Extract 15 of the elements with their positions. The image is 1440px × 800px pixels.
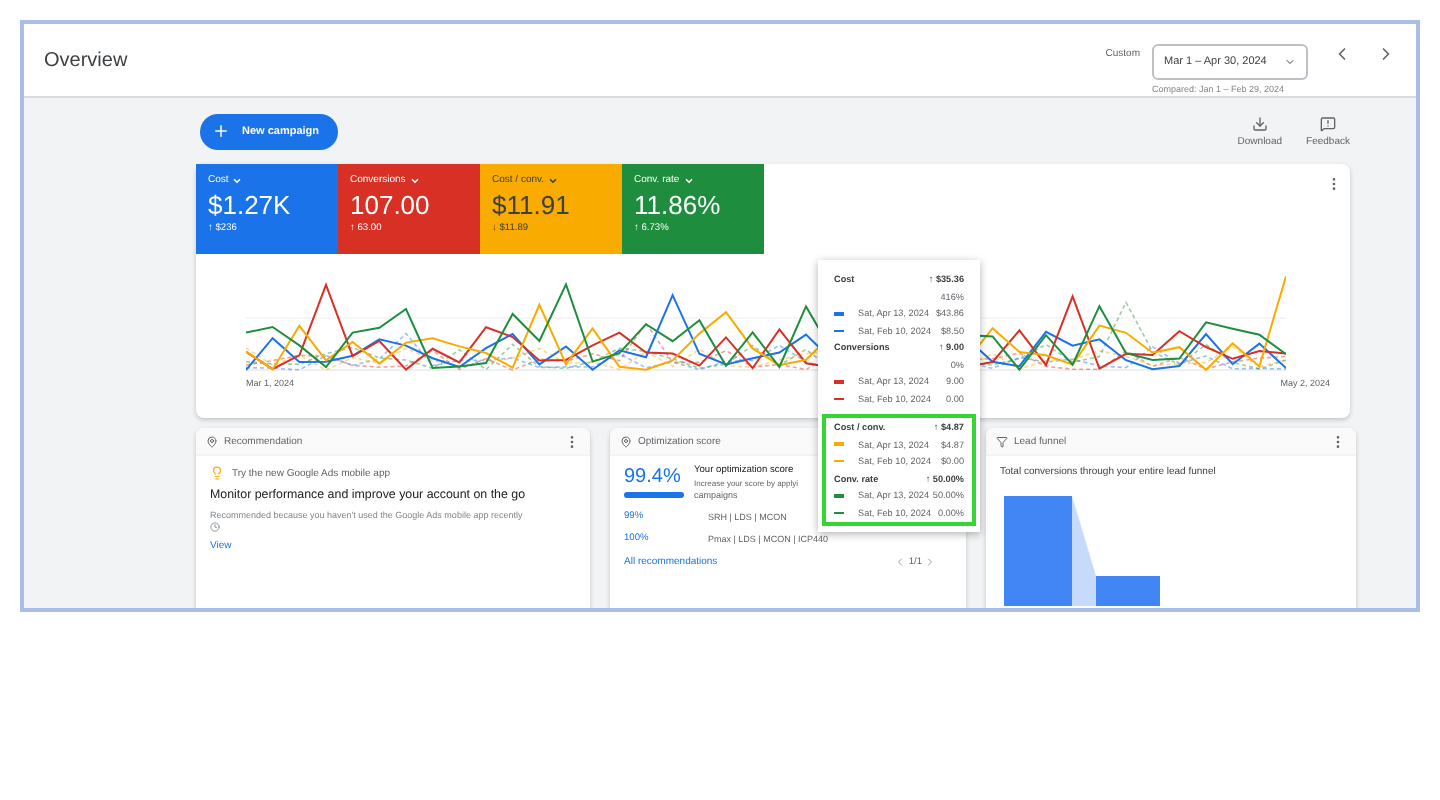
lightbulb-icon	[210, 466, 224, 480]
filter-icon	[996, 435, 1008, 447]
caret-icon	[683, 175, 694, 185]
caret-icon	[548, 175, 559, 185]
pin-icon	[206, 435, 218, 447]
dropdown-caret-icon	[1284, 55, 1296, 67]
page-title: Overview	[44, 49, 130, 71]
feedback-icon	[1320, 115, 1337, 131]
clock-icon	[210, 522, 220, 532]
download-icon	[1251, 115, 1268, 131]
caret-icon	[409, 175, 420, 185]
plus-icon	[212, 122, 230, 140]
caret-icon	[232, 175, 243, 185]
optimization-score: 99.4%	[624, 466, 683, 488]
pin-icon	[620, 435, 632, 447]
